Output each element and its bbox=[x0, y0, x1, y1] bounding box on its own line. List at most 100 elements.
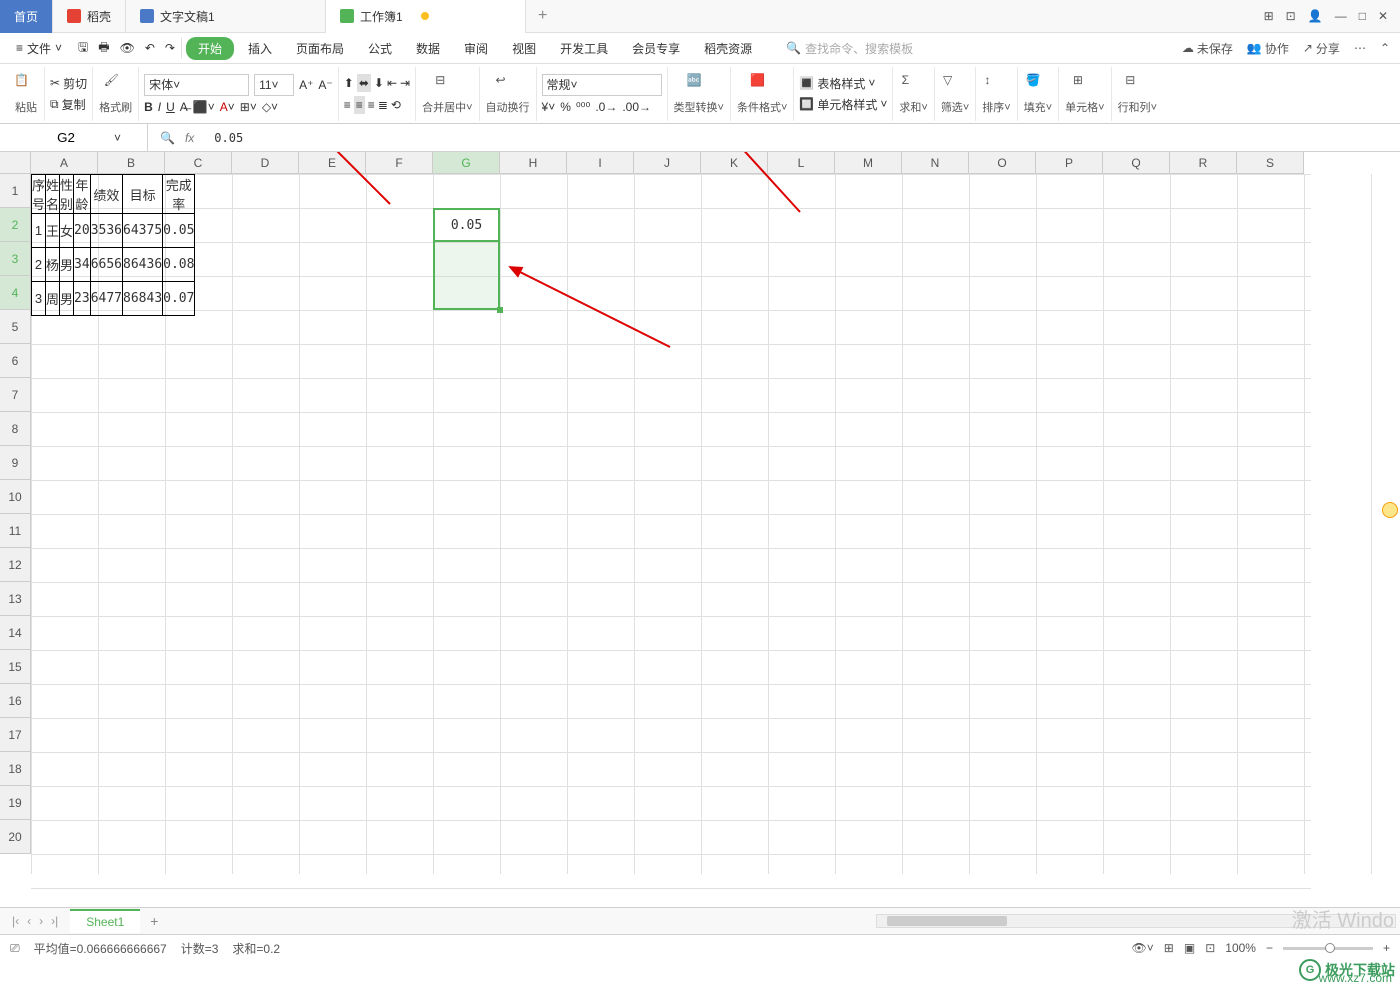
close-button[interactable]: ✕ bbox=[1378, 9, 1388, 23]
currency-icon[interactable]: ¥˅ bbox=[542, 100, 556, 114]
fill-color-button[interactable]: ⬛˅ bbox=[193, 100, 215, 114]
clear-format-button[interactable]: ◇˅ bbox=[262, 100, 278, 114]
wrap-text[interactable]: ↩ 自动换行 bbox=[480, 67, 537, 121]
apps-icon[interactable]: ⊡ bbox=[1286, 9, 1296, 23]
table-style-button[interactable]: 🔳 表格样式˅ bbox=[799, 75, 887, 92]
align-top-icon[interactable]: ⬆ bbox=[344, 76, 354, 90]
menu-layout[interactable]: 页面布局 bbox=[286, 36, 354, 61]
data-cell[interactable]: 王 bbox=[46, 214, 60, 248]
col-header-G[interactable]: G bbox=[433, 152, 500, 174]
font-selector[interactable]: 宋体 ˅ bbox=[144, 74, 249, 96]
tab-doc1[interactable]: 文字文稿1 bbox=[126, 0, 326, 33]
strikethrough-button[interactable]: A̶ bbox=[180, 100, 188, 114]
zoom-value[interactable]: 100% bbox=[1225, 941, 1256, 955]
cell-style-button[interactable]: 🔲 单元格样式˅ bbox=[799, 96, 887, 113]
save-icon[interactable]: 🖫 bbox=[78, 38, 88, 59]
formula-input[interactable]: 0.05 bbox=[206, 131, 1400, 145]
header-cell[interactable]: 完成率 bbox=[163, 175, 195, 214]
row-header-17[interactable]: 17 bbox=[0, 718, 31, 752]
copy-button[interactable]: ⧉ 复制 bbox=[50, 96, 87, 113]
more-icon[interactable]: ⋯ bbox=[1354, 41, 1366, 55]
sheet-last-icon[interactable]: ›| bbox=[51, 914, 58, 928]
menu-view[interactable]: 视图 bbox=[502, 36, 546, 61]
indent-inc-icon[interactable]: ⇥ bbox=[400, 76, 410, 90]
col-header-C[interactable]: C bbox=[165, 152, 232, 174]
row-header-16[interactable]: 16 bbox=[0, 684, 31, 718]
row-header-1[interactable]: 1 bbox=[0, 174, 31, 208]
data-cell[interactable]: 23 bbox=[74, 282, 91, 316]
sheet-prev-icon[interactable]: ‹ bbox=[27, 914, 31, 928]
data-cell[interactable]: 3 bbox=[32, 282, 46, 316]
rowcol-button[interactable]: ⊟行和列˅ bbox=[1112, 67, 1163, 121]
zoom-slider[interactable] bbox=[1283, 947, 1373, 950]
underline-button[interactable]: U bbox=[166, 100, 175, 114]
menu-insert[interactable]: 插入 bbox=[238, 36, 282, 61]
align-left-icon[interactable]: ≡ bbox=[344, 98, 351, 112]
col-header-I[interactable]: I bbox=[567, 152, 634, 174]
row-header-4[interactable]: 4 bbox=[0, 276, 31, 310]
header-cell[interactable]: 目标 bbox=[123, 175, 163, 214]
data-cell[interactable]: 女 bbox=[60, 214, 74, 248]
file-menu[interactable]: ≡ 文件 ˅ bbox=[10, 38, 68, 59]
header-cell[interactable]: 性别 bbox=[60, 175, 74, 214]
border-button[interactable]: ⊞˅ bbox=[240, 100, 257, 114]
col-header-F[interactable]: F bbox=[366, 152, 433, 174]
data-cell[interactable]: 6477 bbox=[90, 282, 122, 316]
row-header-15[interactable]: 15 bbox=[0, 650, 31, 684]
header-cell[interactable]: 姓名 bbox=[46, 175, 60, 214]
increase-decimal-icon[interactable]: .0→ bbox=[595, 100, 617, 114]
tab-add-button[interactable]: + bbox=[526, 7, 559, 25]
row-header-3[interactable]: 3 bbox=[0, 242, 31, 276]
zoom-fx-icon[interactable]: 🔍 bbox=[160, 131, 175, 145]
row-header-5[interactable]: 5 bbox=[0, 310, 31, 344]
data-cell[interactable]: 3536 bbox=[90, 214, 122, 248]
menu-daoke-res[interactable]: 稻壳资源 bbox=[694, 36, 762, 61]
collapse-ribbon-icon[interactable]: ⌃ bbox=[1380, 41, 1390, 55]
row-header-8[interactable]: 8 bbox=[0, 412, 31, 446]
spreadsheet-grid[interactable]: ABCDEFGHIJKLMNOPQRS 12345678910111213141… bbox=[0, 152, 1400, 907]
eye-icon[interactable]: 👁˅ bbox=[1132, 941, 1154, 955]
row-header-14[interactable]: 14 bbox=[0, 616, 31, 650]
zoom-in-button[interactable]: + bbox=[1383, 941, 1390, 955]
data-cell[interactable]: 0.07 bbox=[163, 282, 195, 316]
decrease-decimal-icon[interactable]: .00→ bbox=[622, 100, 651, 114]
tab-daoke[interactable]: 稻壳 bbox=[53, 0, 126, 33]
menu-start[interactable]: 开始 bbox=[186, 37, 234, 60]
header-cell[interactable]: 序号 bbox=[32, 175, 46, 214]
unsaved-indicator[interactable]: ☁ 未保存 bbox=[1182, 40, 1233, 57]
col-header-M[interactable]: M bbox=[835, 152, 902, 174]
align-justify-icon[interactable]: ≣ bbox=[378, 98, 388, 112]
cell-button[interactable]: ⊞单元格˅ bbox=[1059, 67, 1111, 121]
percent-icon[interactable]: % bbox=[560, 100, 571, 114]
data-cell[interactable]: 64375 bbox=[123, 214, 163, 248]
fill-button[interactable]: 🪣填充˅ bbox=[1018, 67, 1059, 121]
data-cell[interactable]: 2 bbox=[32, 248, 46, 282]
row-header-20[interactable]: 20 bbox=[0, 820, 31, 854]
zoom-out-button[interactable]: − bbox=[1266, 941, 1273, 955]
sum-button[interactable]: Σ求和˅ bbox=[893, 67, 934, 121]
pagebreak-view-icon[interactable]: ⊡ bbox=[1205, 941, 1215, 955]
fx-icon[interactable]: fx bbox=[185, 131, 194, 145]
orientation-icon[interactable]: ⟲ bbox=[391, 98, 401, 112]
collaborate-button[interactable]: 👥 协作 bbox=[1247, 40, 1289, 57]
increase-font-icon[interactable]: A⁺ bbox=[299, 78, 313, 92]
sheet-tab-1[interactable]: Sheet1 bbox=[70, 909, 140, 933]
avatar-icon[interactable]: 👤 bbox=[1308, 9, 1323, 23]
merge-center[interactable]: ⊟ 合并居中˅ bbox=[416, 67, 479, 121]
add-sheet-button[interactable]: + bbox=[140, 913, 168, 929]
minimize-button[interactable]: — bbox=[1335, 9, 1347, 23]
normal-view-icon[interactable]: ⊞ bbox=[1164, 941, 1174, 955]
row-header-18[interactable]: 18 bbox=[0, 752, 31, 786]
row-header-11[interactable]: 11 bbox=[0, 514, 31, 548]
share-button[interactable]: ↗ 分享 bbox=[1303, 40, 1340, 57]
command-search[interactable]: 🔍 查找命令、搜索模板 bbox=[786, 40, 913, 57]
row-header-12[interactable]: 12 bbox=[0, 548, 31, 582]
grid-mode-icon[interactable]: ⊞ bbox=[1264, 9, 1274, 23]
row-header-9[interactable]: 9 bbox=[0, 446, 31, 480]
tab-home[interactable]: 首页 bbox=[0, 0, 53, 33]
undo-icon[interactable]: ↶ bbox=[145, 41, 155, 55]
select-all-corner[interactable] bbox=[0, 152, 31, 174]
indent-dec-icon[interactable]: ⇤ bbox=[387, 76, 397, 90]
sheet-first-icon[interactable]: |‹ bbox=[12, 914, 19, 928]
tab-workbook1[interactable]: 工作簿1 bbox=[326, 0, 526, 33]
